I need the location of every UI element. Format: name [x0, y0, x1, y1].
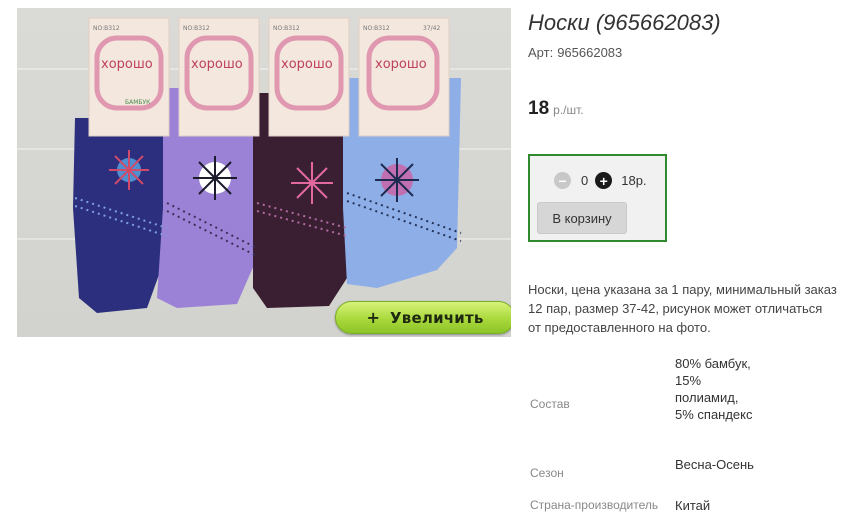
package-card-2: хорошо NO:B312: [178, 17, 260, 137]
snowflake-motif-1: [109, 150, 149, 190]
svg-text:NO:B312: NO:B312: [363, 25, 390, 32]
minus-icon[interactable]: −: [554, 172, 571, 189]
plus-circle-icon[interactable]: +: [595, 172, 613, 189]
price-value: 18: [528, 98, 550, 119]
article-value: 965662083: [557, 45, 623, 60]
snowflake-motif-3: [291, 162, 333, 204]
quantity-value[interactable]: 0: [581, 173, 588, 188]
add-to-cart-button[interactable]: В корзину: [537, 202, 627, 234]
product-image[interactable]: хорошо NO:B312 БАМБУК хорошо NO:B312 хор…: [17, 8, 511, 337]
product-title: Носки (965662083): [528, 10, 721, 35]
svg-text:БАМБУК: БАМБУК: [125, 99, 151, 106]
article-label: Арт:: [528, 45, 554, 60]
zoom-button[interactable]: + Увеличить: [335, 301, 511, 334]
quantity-total: 18р.: [621, 173, 647, 188]
plus-icon: +: [366, 308, 381, 327]
spec-value: Весна-Осень: [675, 457, 754, 472]
svg-text:NO:B312: NO:B312: [273, 25, 300, 32]
package-card-1: хорошо NO:B312 БАМБУК: [88, 17, 170, 137]
article-number: Арт: 965662083: [528, 45, 622, 60]
svg-text:NO:B312: NO:B312: [93, 25, 120, 32]
quantity-stepper: − 0 + 18р.: [554, 172, 647, 189]
product-description: Носки, цена указана за 1 пару, минимальн…: [528, 282, 837, 335]
svg-text:хорошо: хорошо: [281, 57, 333, 72]
snowflake-motif-4: [375, 158, 419, 202]
zoom-button-label: Увеличить: [390, 308, 484, 327]
spec-key: Состав: [530, 397, 570, 411]
svg-text:хорошо: хорошо: [191, 57, 243, 72]
snowflake-motif-2: [193, 156, 237, 200]
spec-value: 80% бамбук, 15% полиамид, 5% спандекс: [675, 356, 753, 422]
svg-text:NO:B312: NO:B312: [183, 25, 210, 32]
sock-navy: [73, 118, 167, 313]
svg-text:37/42: 37/42: [423, 25, 440, 32]
svg-text:хорошо: хорошо: [375, 57, 427, 72]
add-to-cart-panel: − 0 + 18р. В корзину: [528, 154, 667, 242]
socks-illustration: хорошо NO:B312 БАМБУК хорошо NO:B312 хор…: [73, 17, 462, 313]
package-card-4: хорошо NO:B312 37/42: [358, 17, 450, 137]
spec-key: Сезон: [530, 466, 564, 480]
price: 18 р./шт.: [528, 98, 584, 120]
spec-key: Страна-производитель: [530, 498, 659, 512]
svg-text:хорошо: хорошо: [101, 57, 153, 72]
spec-value: Китай: [675, 498, 711, 513]
package-card-3: хорошо NO:B312: [268, 17, 350, 137]
price-unit: р./шт.: [553, 103, 584, 117]
